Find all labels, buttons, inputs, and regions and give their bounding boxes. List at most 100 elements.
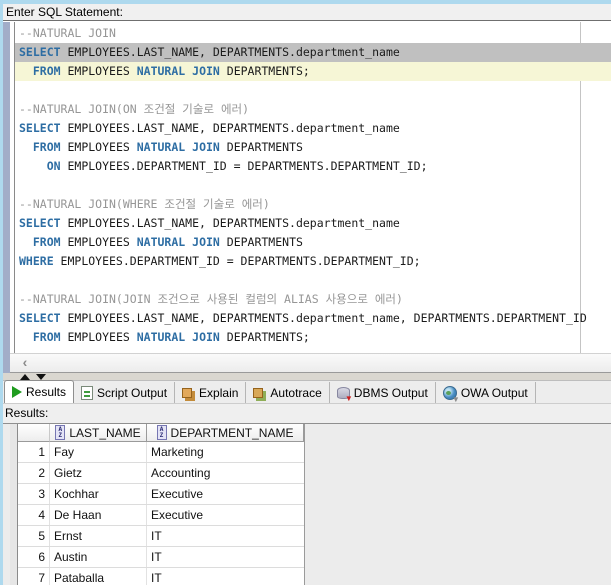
row-number-cell[interactable]: 1 <box>18 442 50 462</box>
sql-text: EMPLOYEES <box>61 235 137 249</box>
code-line[interactable]: SELECT EMPLOYEES.LAST_NAME, DEPARTMENTS.… <box>15 309 611 328</box>
row-number-cell[interactable]: 7 <box>18 568 50 585</box>
sql-keyword: SELECT <box>19 311 61 325</box>
varchar-sort-az-icon: AZ <box>157 425 167 440</box>
code-line[interactable]: --NATURAL JOIN <box>15 24 611 43</box>
code-line[interactable] <box>15 271 611 290</box>
sql-keyword: NATURAL <box>137 330 185 344</box>
table-row[interactable]: 2GietzAccounting <box>18 463 304 484</box>
table-row[interactable]: 4De HaanExecutive <box>18 505 304 526</box>
department-name-cell[interactable]: Accounting <box>147 463 304 483</box>
sql-keyword: FROM <box>33 330 61 344</box>
last-name-cell[interactable]: Austin <box>50 547 147 567</box>
output-tabbar: Results Script Output Explain Autotrace DBMS… <box>3 381 611 404</box>
sql-text: DEPARTMENTS; <box>220 330 310 344</box>
sql-worksheet-window: Enter SQL Statement: --NATURAL JOINSELEC… <box>0 0 611 585</box>
sql-keyword: FROM <box>33 235 61 249</box>
row-number-cell[interactable]: 3 <box>18 484 50 504</box>
sql-text: EMPLOYEES.LAST_NAME, DEPARTMENTS.departm… <box>61 216 400 230</box>
sql-keyword: JOIN <box>192 235 220 249</box>
sql-keyword: FROM <box>33 140 61 154</box>
owa-icon <box>443 386 457 400</box>
sql-keyword: SELECT <box>19 121 61 135</box>
sql-text: DEPARTMENTS <box>220 235 303 249</box>
code-line[interactable] <box>15 176 611 195</box>
code-line[interactable]: FROM EMPLOYEES NATURAL JOIN DEPARTMENTS <box>15 138 611 157</box>
column-header-last_name[interactable]: AZLAST_NAME <box>50 424 147 442</box>
tab-label: OWA Output <box>461 386 528 400</box>
department-name-cell[interactable]: Executive <box>147 484 304 504</box>
last-name-cell[interactable]: Gietz <box>50 463 147 483</box>
table-row[interactable]: 7PataballaIT <box>18 568 304 585</box>
sql-editor[interactable]: --NATURAL JOIN SELECT EMPLOYEES.LAST_NAME… <box>10 22 611 353</box>
varchar-sort-az-icon: AZ <box>55 425 65 440</box>
department-name-cell[interactable]: IT <box>147 526 304 546</box>
code-line[interactable]: --NATURAL JOIN(WHERE 조건절 기술로 에러) <box>15 195 611 214</box>
sql-keyword: JOIN <box>192 140 220 154</box>
code-line[interactable]: SELECT EMPLOYEES.LAST_NAME, DEPARTMENTS.… <box>15 214 611 233</box>
tab-results[interactable]: Results <box>4 380 74 403</box>
sql-text <box>19 159 47 173</box>
scroll-left-arrow-icon[interactable]: ‹ <box>18 354 32 372</box>
row-number-cell[interactable]: 5 <box>18 526 50 546</box>
tab-label: Explain <box>199 386 238 400</box>
code-line[interactable]: --NATURAL JOIN(ON 조건절 기술로 에러) <box>15 100 611 119</box>
last-name-cell[interactable]: Pataballa <box>50 568 147 585</box>
table-row[interactable]: 1FayMarketing <box>18 442 304 463</box>
explain-icon <box>182 388 192 398</box>
sql-text: EMPLOYEES.DEPARTMENT_ID = DEPARTMENTS.DE… <box>54 254 421 268</box>
grid-corner-cell <box>18 424 50 442</box>
tab-dbms-output[interactable]: DBMS Output <box>330 382 436 403</box>
code-line[interactable]: FROM EMPLOYEES NATURAL JOIN DEPARTMENTS <box>15 233 611 252</box>
code-line[interactable]: SELECT EMPLOYEES.LAST_NAME, DEPARTMENTS.… <box>15 119 611 138</box>
horizontal-scrollbar[interactable]: ‹ <box>10 353 611 373</box>
sql-keyword: NATURAL <box>137 140 185 154</box>
sql-text <box>19 64 33 78</box>
tab-script-output[interactable]: Script Output <box>74 382 175 403</box>
last-name-cell[interactable]: Kochhar <box>50 484 147 504</box>
code-line[interactable]: WHERE EMPLOYEES.DEPARTMENT_ID = DEPARTME… <box>15 252 611 271</box>
row-number-cell[interactable]: 6 <box>18 547 50 567</box>
sql-comment: --NATURAL JOIN(WHERE 조건절 기술로 에러) <box>19 197 270 211</box>
department-name-cell[interactable]: Marketing <box>147 442 304 462</box>
results-panel-label: Results: <box>3 404 611 424</box>
sql-keyword: NATURAL <box>137 235 185 249</box>
last-name-cell[interactable]: Fay <box>50 442 147 462</box>
sql-keyword: JOIN <box>192 64 220 78</box>
code-line[interactable]: ON EMPLOYEES.DEPARTMENT_ID = DEPARTMENTS… <box>15 157 611 176</box>
panel-splitter[interactable] <box>3 373 611 381</box>
sql-code[interactable]: --NATURAL JOIN SELECT EMPLOYEES.LAST_NAME… <box>10 24 611 347</box>
code-line[interactable]: FROM EMPLOYEES NATURAL JOIN DEPARTMENTS; <box>15 328 611 347</box>
sql-text: EMPLOYEES <box>61 330 137 344</box>
sql-keyword: NATURAL <box>137 64 185 78</box>
code-line[interactable]: SELECT EMPLOYEES.LAST_NAME, DEPARTMENTS.… <box>15 43 611 62</box>
sql-text <box>19 330 33 344</box>
last-name-cell[interactable]: De Haan <box>50 505 147 525</box>
code-line[interactable] <box>15 81 611 100</box>
table-row[interactable]: 6AustinIT <box>18 547 304 568</box>
code-line[interactable]: FROM EMPLOYEES NATURAL JOIN DEPARTMENTS; <box>15 62 611 81</box>
last-name-cell[interactable]: Ernst <box>50 526 147 546</box>
sql-keyword: WHERE <box>19 254 54 268</box>
results-grid[interactable]: AZLAST_NAMEAZDEPARTMENT_NAME1FayMarketin… <box>18 424 305 585</box>
sql-comment: --NATURAL JOIN <box>19 26 116 40</box>
tab-explain[interactable]: Explain <box>175 382 246 403</box>
column-header-department_name[interactable]: AZDEPARTMENT_NAME <box>147 424 304 442</box>
department-name-cell[interactable]: IT <box>147 568 304 585</box>
tab-label: Script Output <box>97 386 167 400</box>
tab-label: Autotrace <box>270 386 321 400</box>
script-icon <box>81 386 93 400</box>
department-name-cell[interactable]: Executive <box>147 505 304 525</box>
department-name-cell[interactable]: IT <box>147 547 304 567</box>
sql-text: EMPLOYEES.LAST_NAME, DEPARTMENTS.departm… <box>61 121 400 135</box>
row-number-cell[interactable]: 2 <box>18 463 50 483</box>
tab-autotrace[interactable]: Autotrace <box>246 382 329 403</box>
table-row[interactable]: 3KochharExecutive <box>18 484 304 505</box>
code-line[interactable]: --NATURAL JOIN(JOIN 조건으로 사용된 컬럼의 ALIAS 사… <box>15 290 611 309</box>
results-grid-zone: AZLAST_NAMEAZDEPARTMENT_NAME1FayMarketin… <box>3 424 611 585</box>
sql-keyword: JOIN <box>192 330 220 344</box>
table-row[interactable]: 5ErnstIT <box>18 526 304 547</box>
sql-text: EMPLOYEES.LAST_NAME, DEPARTMENTS.departm… <box>61 45 400 59</box>
row-number-cell[interactable]: 4 <box>18 505 50 525</box>
tab-owa-output[interactable]: OWA Output <box>436 382 536 403</box>
